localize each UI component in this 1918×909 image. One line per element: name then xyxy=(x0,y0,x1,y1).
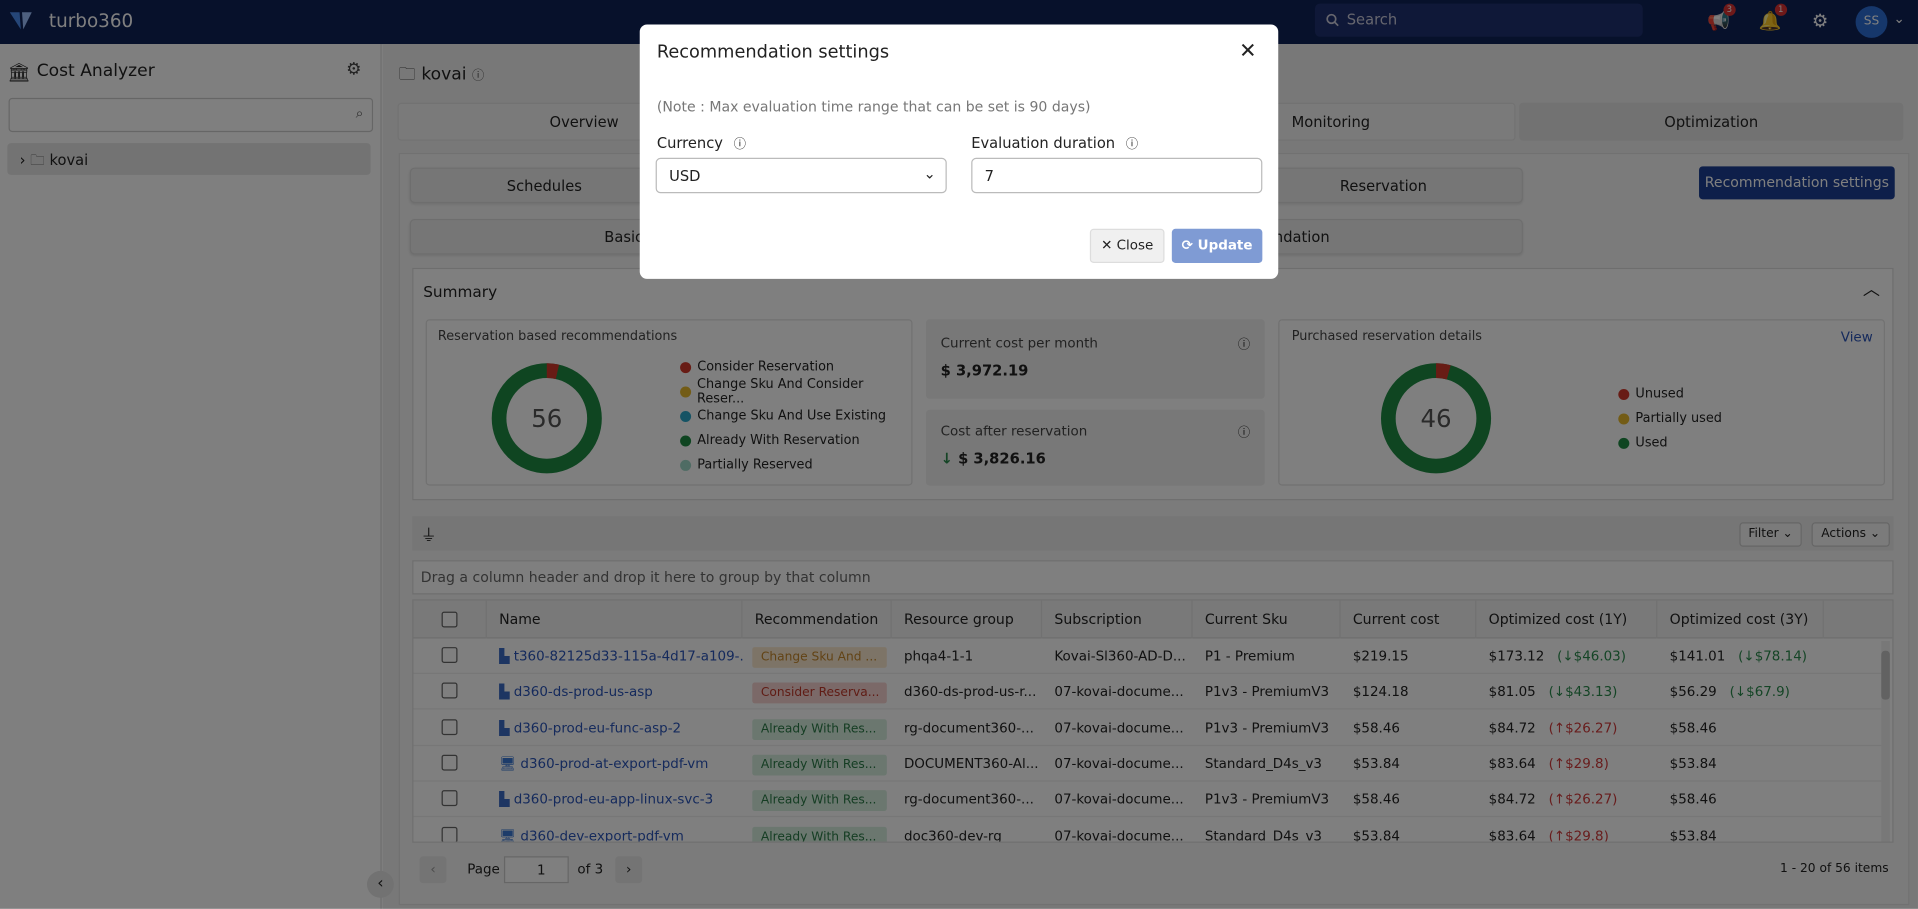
currency-value: USD xyxy=(669,167,701,185)
modal-title: Recommendation settings xyxy=(656,42,890,63)
currency-label: Currency xyxy=(656,134,724,152)
x-icon: ✕ xyxy=(1101,237,1113,254)
info-icon: ⓘ xyxy=(733,138,747,152)
evaluation-duration-input[interactable]: 7 xyxy=(971,157,1263,194)
chevron-down-icon: ⌄ xyxy=(923,165,936,183)
update-button[interactable]: ⟳ Update xyxy=(1171,228,1263,263)
close-label: Close xyxy=(1116,237,1154,254)
update-label: Update xyxy=(1197,237,1253,254)
currency-select[interactable]: USD ⌄ xyxy=(655,157,947,194)
close-button[interactable]: ✕ Close xyxy=(1089,228,1165,263)
info-icon: ⓘ xyxy=(1125,138,1139,152)
close-icon[interactable]: ✕ xyxy=(1239,39,1256,63)
duration-label: Evaluation duration xyxy=(971,134,1116,152)
modal-note: (Note : Max evaluation time range that c… xyxy=(656,97,1091,115)
refresh-icon: ⟳ xyxy=(1181,237,1193,254)
recommendation-settings-modal: Recommendation settings ✕ (Note : Max ev… xyxy=(639,24,1279,279)
